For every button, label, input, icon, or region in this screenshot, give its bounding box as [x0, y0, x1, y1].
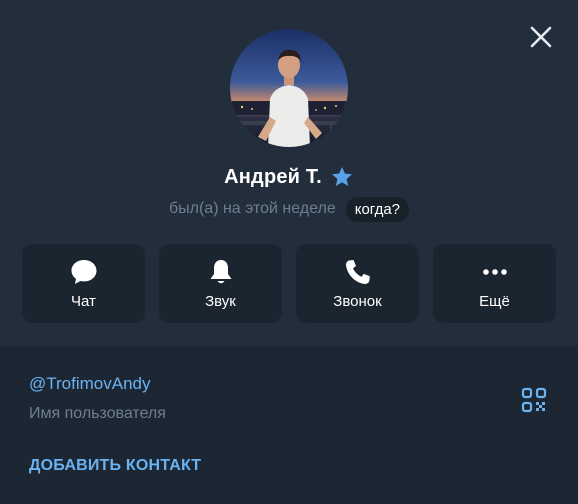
avatar[interactable] — [230, 29, 348, 147]
profile-header: Андрей Т. был(а) на этой неделе когда? Ч… — [0, 0, 578, 346]
close-icon — [530, 26, 552, 48]
qr-code-button[interactable] — [519, 385, 549, 415]
chat-bubble-icon — [71, 260, 96, 284]
phone-icon — [345, 260, 370, 284]
profile-name: Андрей Т. — [224, 165, 322, 188]
add-contact-button[interactable]: ДОБАВИТЬ КОНТАКТ — [29, 457, 201, 475]
chat-button-label: Чат — [71, 293, 96, 310]
username-caption: Имя пользователя — [29, 405, 166, 422]
sound-button[interactable]: Звук — [159, 244, 282, 323]
more-button-label: Ещё — [479, 293, 510, 310]
sound-button-label: Звук — [205, 293, 236, 310]
chat-button[interactable]: Чат — [22, 244, 145, 323]
action-buttons: Чат Звук Звонок Ещё — [22, 244, 556, 324]
name-row: Андрей Т. — [0, 163, 578, 191]
star-icon — [331, 167, 352, 186]
call-button-label: Звонок — [333, 293, 382, 310]
status-row: был(а) на этой неделе когда? — [0, 195, 578, 223]
username-link[interactable]: @TrofimovAndy — [29, 374, 151, 394]
when-button[interactable]: когда? — [345, 196, 410, 222]
close-button[interactable] — [524, 20, 558, 54]
more-dots-icon — [482, 269, 507, 275]
last-seen-status: был(а) на этой неделе — [168, 200, 336, 217]
profile-info-section: @TrofimovAndy Имя пользователя ДОБАВИТЬ … — [0, 346, 578, 504]
call-button[interactable]: Звонок — [296, 244, 419, 323]
more-button[interactable]: Ещё — [433, 244, 556, 323]
qr-code-icon — [521, 387, 547, 413]
bell-icon — [210, 260, 231, 284]
avatar-photo — [230, 29, 348, 147]
